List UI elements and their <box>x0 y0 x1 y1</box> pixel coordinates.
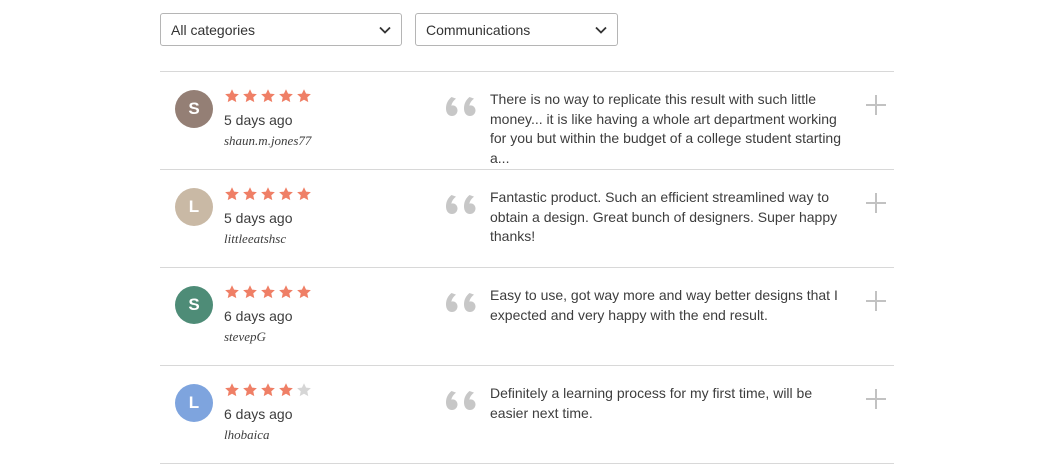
star-icon <box>243 187 257 201</box>
quote-icon <box>446 293 476 312</box>
star-icon <box>297 187 311 201</box>
review-meta: 5 days ago littleeatshsc <box>224 186 312 247</box>
chevron-down-icon <box>595 26 607 34</box>
star-icon <box>225 285 239 299</box>
star-rating <box>224 382 312 400</box>
review-date: 5 days ago <box>224 210 293 226</box>
review-date: 6 days ago <box>224 406 293 422</box>
filter-bar: All categories Communications <box>160 13 618 46</box>
star-icon <box>297 285 311 299</box>
plus-icon[interactable] <box>865 94 887 116</box>
star-icon <box>225 383 239 397</box>
quote-icon <box>446 195 476 214</box>
reviewer-username[interactable]: lhobaica <box>224 427 312 443</box>
star-icon <box>297 383 311 397</box>
reviewer-username[interactable]: littleeatshsc <box>224 231 312 247</box>
star-icon <box>279 383 293 397</box>
category-select[interactable]: All categories <box>160 13 402 46</box>
review-meta: 6 days ago lhobaica <box>224 382 312 443</box>
star-icon <box>225 89 239 103</box>
star-icon <box>279 285 293 299</box>
avatar[interactable]: L <box>175 188 213 226</box>
quote-icon <box>446 391 476 410</box>
reviewer-username[interactable]: shaun.m.jones77 <box>224 133 312 149</box>
review-text: Easy to use, got way more and way better… <box>490 287 838 323</box>
review-date: 6 days ago <box>224 308 293 324</box>
star-icon <box>225 187 239 201</box>
review-text: There is no way to replicate this result… <box>490 91 842 166</box>
review-item: S 6 days ago stevepG Easy to use, got wa… <box>160 268 894 366</box>
review-text: Definitely a learning process for my fir… <box>490 385 813 421</box>
reviewer-username[interactable]: stevepG <box>224 329 312 345</box>
plus-icon[interactable] <box>865 290 887 312</box>
star-icon <box>243 285 257 299</box>
star-icon <box>261 187 275 201</box>
star-icon <box>279 187 293 201</box>
review-text: Fantastic product. Such an efficient str… <box>490 189 838 244</box>
review-list: S 5 days ago shaun.m.jones77 There is no… <box>160 71 894 464</box>
subcategory-select[interactable]: Communications <box>415 13 618 46</box>
review-item: L 6 days ago lhobaica Definitely a learn… <box>160 366 894 464</box>
avatar[interactable]: S <box>175 90 213 128</box>
star-rating <box>224 284 312 302</box>
review-item: L 5 days ago littleeatshsc Fantastic pro… <box>160 170 894 268</box>
quote-icon <box>446 97 476 116</box>
review-meta: 6 days ago stevepG <box>224 284 312 345</box>
review-date: 5 days ago <box>224 112 293 128</box>
plus-icon[interactable] <box>865 388 887 410</box>
avatar[interactable]: L <box>175 384 213 422</box>
star-icon <box>261 383 275 397</box>
chevron-down-icon <box>379 26 391 34</box>
star-rating <box>224 88 312 106</box>
review-meta: 5 days ago shaun.m.jones77 <box>224 88 312 149</box>
star-icon <box>261 89 275 103</box>
subcategory-select-value: Communications <box>426 21 531 38</box>
reviews-page: All categories Communications S 5 days a… <box>0 0 1050 474</box>
star-icon <box>243 383 257 397</box>
review-item: S 5 days ago shaun.m.jones77 There is no… <box>160 72 894 170</box>
star-icon <box>261 285 275 299</box>
star-icon <box>279 89 293 103</box>
plus-icon[interactable] <box>865 192 887 214</box>
star-rating <box>224 186 312 204</box>
star-icon <box>297 89 311 103</box>
star-icon <box>243 89 257 103</box>
category-select-value: All categories <box>171 21 256 38</box>
avatar[interactable]: S <box>175 286 213 324</box>
